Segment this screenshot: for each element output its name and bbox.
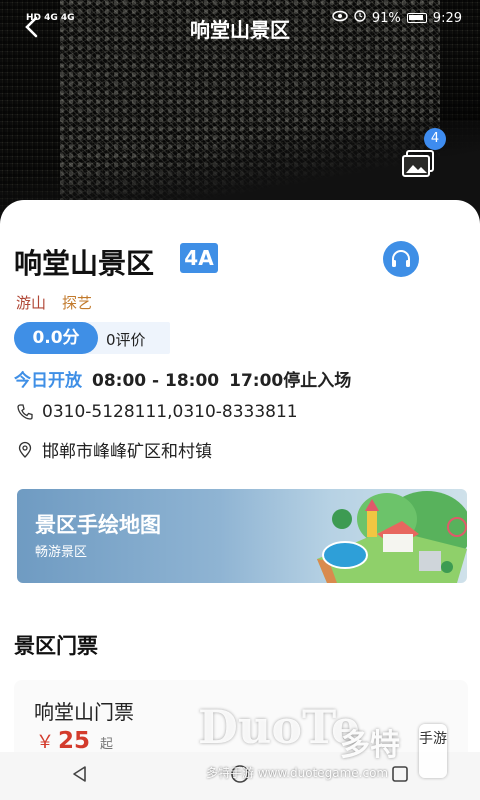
tag: 游山	[16, 294, 47, 312]
stop-entry-time: 17:00停止入场	[229, 371, 352, 391]
review-count: 0评价	[106, 331, 146, 349]
screen: HD 4G 4G 91% 9:29 响堂山景区 4 响堂山景区 4A 游山 探艺…	[0, 0, 480, 800]
gallery-button[interactable]	[400, 148, 438, 180]
park-illustration	[317, 491, 467, 583]
phone-row[interactable]: 0310-5128111,0310-8333811	[16, 402, 298, 422]
price-suffix: 起	[100, 737, 114, 752]
map-card-subtitle: 畅游景区	[35, 545, 88, 560]
tag: 探艺	[62, 294, 93, 312]
square-recents-icon	[392, 766, 408, 782]
tag-list: 游山 探艺	[16, 292, 92, 313]
open-time: 08:00 - 18:00	[92, 371, 220, 391]
gallery-count-badge: 4	[424, 128, 446, 150]
map-card-title: 景区手绘地图	[35, 513, 161, 537]
hand-drawn-map-card[interactable]: 景区手绘地图 畅游景区	[17, 489, 467, 583]
scenic-name: 响堂山景区	[14, 247, 155, 280]
open-today-label: 今日开放	[14, 371, 82, 391]
watermark-cn: 多特	[340, 728, 400, 763]
page-title: 响堂山景区	[190, 18, 290, 42]
location-pin-icon	[18, 441, 32, 458]
price-value: 25	[58, 728, 91, 754]
nav-recents-button[interactable]	[390, 764, 410, 788]
ticket-price: ￥ 25 起	[36, 728, 113, 754]
tickets-section-title: 景区门票	[14, 634, 98, 658]
address-text: 邯郸市峰峰矿区和村镇	[42, 442, 212, 462]
triangle-back-icon	[73, 766, 86, 782]
address-row[interactable]: 邯郸市峰峰矿区和村镇	[16, 437, 212, 462]
watermark-badge: 手游	[419, 724, 447, 778]
nav-back-button[interactable]	[70, 764, 90, 788]
currency-symbol: ￥	[36, 732, 54, 753]
ticket-name: 响堂山门票	[34, 700, 134, 724]
watermark-url: 多特手游 www.duotegame.com	[206, 766, 389, 780]
phone-icon	[17, 404, 33, 420]
score-badge: 0.0分	[14, 322, 98, 354]
headphones-icon	[392, 250, 410, 267]
audio-guide-button[interactable]	[383, 241, 419, 277]
opening-hours: 今日开放 08:00 - 18:00 17:00停止入场	[14, 366, 351, 391]
watermark-logo: DuoTe	[198, 700, 361, 754]
rating-box[interactable]: 0.0分 0评价	[14, 322, 170, 354]
phone-number: 0310-5128111,0310-8333811	[42, 402, 298, 422]
grade-badge: 4A	[180, 243, 218, 273]
gallery-icon	[402, 150, 434, 177]
